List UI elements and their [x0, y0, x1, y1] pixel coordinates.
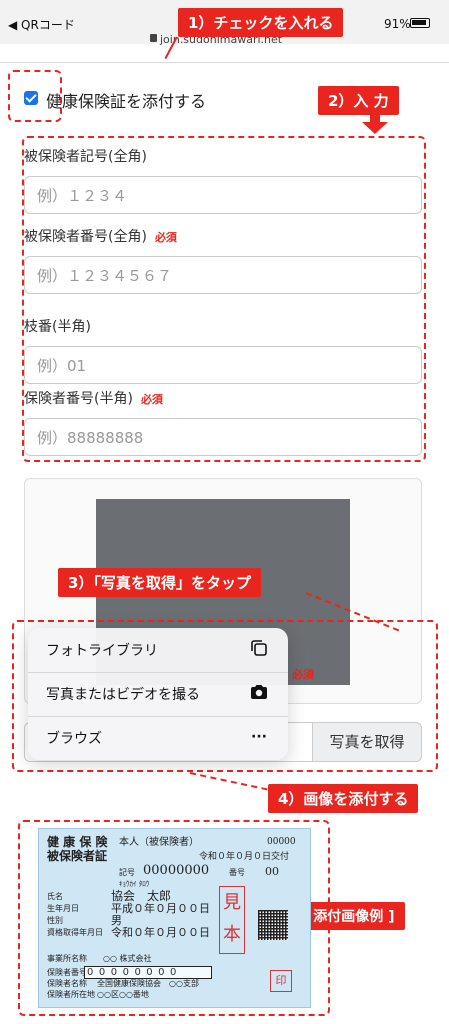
carrier-text: ◀ QRコード — [8, 18, 75, 32]
arrow-down-stem — [370, 112, 380, 122]
card-subtitle: 被保険者証 — [47, 849, 108, 863]
card-kigo: 00000000 — [143, 863, 210, 878]
callout-step1: 1）チェックを入れる — [178, 8, 344, 37]
photo-library-icon — [250, 640, 268, 658]
menu-item-photo-library[interactable]: フォトライブラリ — [28, 628, 288, 672]
card-sex-label: 性別 — [47, 916, 63, 925]
attach-checkbox[interactable] — [24, 91, 38, 105]
card-birth: 平成０年０月００日 — [111, 902, 210, 915]
arrow-down-icon — [362, 122, 388, 134]
menu-item-label: フォトライブラリ — [46, 643, 158, 659]
card-acq-label: 資格取得年月日 — [47, 928, 103, 937]
attach-checkbox-label[interactable]: 健康保険証を添付する — [46, 88, 206, 112]
card-code: 00000 — [267, 837, 296, 847]
lock-icon — [150, 34, 157, 42]
edaban-input[interactable]: 例）01 — [24, 346, 422, 384]
callout-step4: 4）画像を添付する — [268, 784, 419, 813]
field-label-kigo: 被保険者記号(全角) — [24, 149, 147, 165]
card-kigo-label: 記号 — [119, 868, 135, 877]
battery-percent: 91% — [384, 17, 411, 31]
card-insurer-name: 全国健康保険協会 ○○支部 — [97, 979, 199, 988]
card-acq: 令和０年０月００日 — [111, 926, 210, 939]
required-badge: 必須 — [154, 231, 177, 244]
card-name-label: 氏名 — [47, 892, 63, 901]
required-badge: 必須 — [140, 393, 163, 406]
card-birth-label: 生年月日 — [47, 904, 79, 913]
field-label-insurer-no: 保険者番号(半角) 必須 — [24, 391, 163, 407]
card-insurer-no: 00000000 — [84, 966, 212, 979]
field-label-bango: 被保険者番号(全角) 必須 — [24, 229, 177, 245]
more-icon: ··· — [251, 729, 267, 745]
card-person: 本人（被保険者） — [119, 837, 199, 848]
card-insurer-addr-label: 保険者所在地 — [47, 990, 95, 999]
divider — [0, 62, 449, 63]
card-issued: 令和０年０月０日交付 — [199, 852, 290, 862]
callout-step2: 2）入 力 — [318, 86, 399, 115]
menu-item-take-photo[interactable]: 写真またはビデオを撮る — [28, 672, 288, 716]
card-office: ○○ 株式会社 — [103, 954, 152, 963]
card-insurer-addr: ○○区○○番地 — [97, 990, 149, 999]
seal-stamp: 印 — [270, 970, 292, 992]
menu-item-label: ブラウズ — [46, 731, 102, 747]
card-insurer-name-label: 保険者名称 — [47, 979, 87, 988]
camera-icon — [250, 684, 268, 702]
menu-item-label: 写真またはビデオを撮る — [46, 687, 200, 703]
battery-icon — [410, 18, 430, 28]
qr-code-icon — [258, 910, 288, 940]
kigo-input[interactable]: 例）１２３４ — [24, 176, 422, 214]
card-bango-label: 番号 — [229, 868, 245, 877]
insurer-no-input[interactable]: 例）88888888 — [24, 418, 422, 456]
sample-stamp: 見本 — [219, 886, 245, 954]
field-label-edaban: 枝番(半角) — [24, 319, 91, 335]
photo-source-menu: フォトライブラリ 写真またはビデオを撮る ブラウズ ··· — [28, 628, 288, 760]
callout-step3: 3）「写真を取得」をタップ — [58, 568, 261, 597]
card-bango: 00 — [265, 865, 279, 878]
card-office-label: 事業所名称 — [47, 954, 87, 963]
card-insurer-no-label: 保険者番号 — [47, 968, 87, 977]
menu-item-browse[interactable]: ブラウズ ··· — [28, 716, 288, 760]
bango-input[interactable]: 例）１２３４５６７ — [24, 256, 422, 294]
